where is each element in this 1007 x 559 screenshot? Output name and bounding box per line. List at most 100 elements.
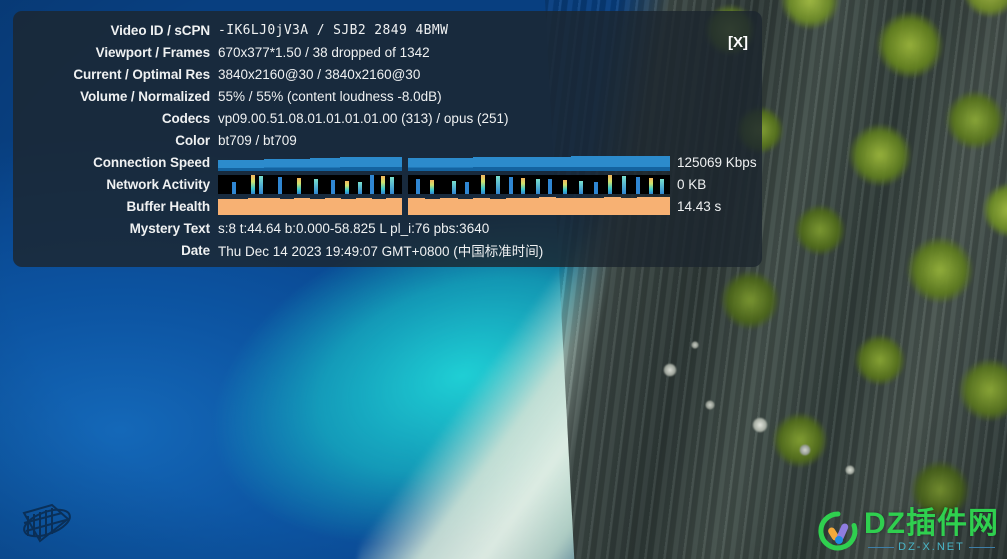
row-value-date: Thu Dec 14 2023 19:49:07 GMT+0800 (中国标准时… — [218, 244, 544, 259]
graph-bar — [473, 157, 491, 171]
site-watermark: DZ插件网 DZ-X.NET — [817, 509, 999, 553]
graph-bar — [370, 156, 388, 171]
graph-bar — [263, 198, 280, 215]
graph-bar — [456, 158, 474, 171]
graph-bar — [587, 156, 605, 171]
graph-bar — [423, 198, 442, 215]
graph-spike — [608, 175, 612, 194]
row-value-resolution: 3840x2160@30 / 3840x2160@30 — [218, 66, 421, 82]
row-label-viewport: Viewport / Frames — [95, 44, 210, 60]
row-label-video-id: Video ID / sCPN — [110, 22, 210, 38]
graph-spike — [232, 182, 236, 194]
graph-bar — [386, 198, 403, 215]
graph-spike — [259, 176, 263, 194]
graph-bar — [232, 159, 250, 171]
graph-bar — [309, 158, 326, 171]
graph-bar — [263, 158, 280, 171]
row-value-mystery-text: s:8 t:44.64 b:0.000-58.825 L pl_i:76 pbs… — [218, 220, 490, 236]
buffer-health-graph — [218, 197, 670, 215]
graph-bar — [538, 197, 556, 215]
table-row: Current / Optimal Res 3840x2160@30 / 384… — [13, 63, 762, 85]
row-value-volume: 55% / 55% (content loudness -8.0dB) — [218, 88, 442, 104]
graph-bar — [248, 197, 265, 215]
graph-bar — [473, 198, 491, 215]
table-row: Viewport / Frames 670x377*1.50 / 38 drop… — [13, 41, 762, 63]
graph-spike — [430, 179, 434, 194]
graph-bar — [324, 158, 342, 171]
graph-bar — [636, 197, 655, 215]
site-watermark-url: DZ-X.NET — [898, 541, 965, 553]
graph-bar — [440, 158, 458, 171]
site-watermark-name: DZ插件网 — [864, 507, 999, 540]
graph-bar — [355, 198, 372, 215]
graph-bar — [407, 198, 425, 215]
graph-bar — [636, 156, 655, 171]
graph-bar — [653, 156, 670, 171]
table-row: Network Activity 0 KB — [13, 173, 762, 195]
table-row: Video ID / sCPN -IK6LJ0jV3A / SJB2 2849 … — [13, 19, 762, 41]
graph-bar — [522, 156, 540, 171]
site-watermark-url-row: DZ-X.NET — [864, 541, 999, 553]
graph-bar — [340, 157, 357, 171]
graph-bar — [505, 197, 524, 215]
graph-spike — [314, 179, 318, 194]
graph-spike — [390, 176, 394, 194]
graph-segment — [218, 174, 402, 194]
row-label-buffer-health: Buffer Health — [126, 198, 211, 214]
row-value-color: bt709 / bt709 — [218, 132, 297, 148]
video-player: [X] Video ID / sCPN -IK6LJ0jV3A / SJB2 2… — [0, 0, 1007, 559]
graph-spike — [452, 180, 456, 194]
graph-spike — [381, 176, 385, 194]
stats-table: Video ID / sCPN -IK6LJ0jV3A / SJB2 2849 … — [13, 19, 762, 261]
graph-spike — [594, 182, 598, 194]
graph-bar — [604, 197, 622, 215]
graph-bar — [309, 198, 326, 215]
network-activity-graph — [218, 174, 670, 194]
graph-bar — [456, 198, 474, 215]
graph-bar — [620, 197, 638, 215]
graph-spike — [660, 179, 664, 194]
graph-segment — [218, 154, 403, 171]
graph-bar — [489, 199, 507, 215]
graph-bar — [218, 159, 234, 171]
graph-bar — [294, 158, 311, 171]
table-row: Date Thu Dec 14 2023 19:49:07 GMT+0800 (… — [13, 239, 762, 261]
row-value-viewport: 670x377*1.50 / 38 dropped of 1342 — [218, 44, 430, 60]
connection-speed-graph — [218, 154, 670, 171]
graph-bar — [554, 156, 573, 171]
graph-bar — [620, 156, 638, 171]
graph-spike — [622, 176, 626, 194]
graph-bar — [587, 198, 605, 215]
stats-for-nerds-panel: [X] Video ID / sCPN -IK6LJ0jV3A / SJB2 2… — [13, 11, 762, 267]
graph-bar — [423, 158, 442, 171]
graph-bar — [538, 156, 556, 171]
connection-speed-value: 125069 Kbps — [677, 154, 757, 170]
graph-bar — [522, 198, 540, 215]
graph-bar — [324, 197, 342, 215]
graph-segment — [407, 154, 670, 171]
row-label-resolution: Current / Optimal Res — [73, 66, 210, 82]
graph-spike — [465, 181, 469, 194]
network-activity-value: 0 KB — [677, 176, 707, 192]
graph-bar — [440, 197, 458, 215]
graph-bar — [604, 156, 622, 171]
graph-bar — [489, 157, 507, 171]
graph-spike — [331, 180, 335, 194]
graph-spike — [521, 177, 525, 194]
site-logo-icon — [818, 511, 858, 551]
row-label-date: Date — [181, 242, 210, 258]
graph-bar — [248, 159, 265, 171]
table-row: Codecs vp09.00.51.08.01.01.01.01.00 (313… — [13, 107, 762, 129]
graph-spike — [579, 181, 583, 194]
graph-spike — [496, 175, 500, 194]
row-label-volume: Volume / Normalized — [80, 88, 210, 104]
graph-bar — [386, 156, 403, 171]
table-row: Mystery Text s:8 t:44.64 b:0.000-58.825 … — [13, 217, 762, 239]
row-label-connection-speed: Connection Speed — [93, 154, 210, 170]
graph-spike — [481, 174, 485, 194]
graph-spike — [548, 179, 552, 194]
close-icon[interactable]: [X] — [728, 35, 748, 50]
channel-logo-watermark — [22, 503, 71, 543]
graph-bar — [278, 158, 296, 171]
table-row: Connection Speed 125069 Kbps — [13, 151, 762, 173]
